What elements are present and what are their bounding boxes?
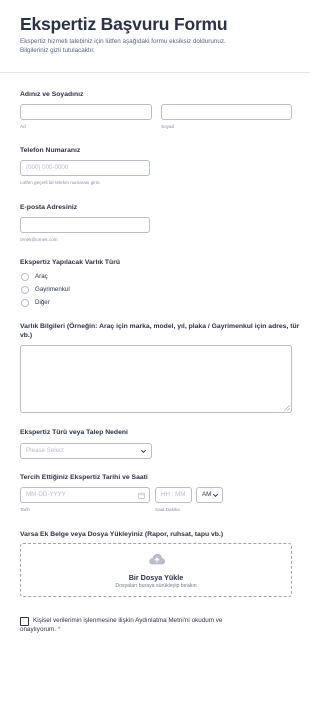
datetime-label: Tercih Ettiğiniz Ekspertiz Tarihi ve Saa… bbox=[20, 474, 148, 481]
reason-select[interactable]: Please Select bbox=[20, 443, 152, 459]
asset-info-textarea[interactable] bbox=[20, 345, 292, 413]
form-subtitle: Ekspertiz hizmeti talebiniz için lütfen … bbox=[20, 37, 300, 55]
phone-label: Telefon Numaranız bbox=[20, 147, 81, 154]
asset-info-label: Varlık Bilgileri (Örneğin: Araç için mar… bbox=[20, 322, 300, 340]
form-title: Ekspertiz Başvuru Formu bbox=[20, 14, 228, 34]
header-divider bbox=[0, 72, 310, 73]
date-input[interactable]: MM-DD-YYYY bbox=[20, 487, 150, 503]
name-label: Adınız ve Soyadınız bbox=[20, 91, 84, 98]
ampm-value: AM bbox=[202, 491, 212, 498]
chevron-down-icon bbox=[212, 493, 219, 498]
upload-label: Varsa Ek Belge veya Dosya Yükleyiniz (Ra… bbox=[20, 531, 224, 538]
radio-label: Gayrimenkul bbox=[35, 286, 70, 293]
asset-info-label-line-1: Varlık Bilgileri (Örneğin: Araç için mar… bbox=[20, 323, 300, 330]
reason-select-value: Please Select bbox=[26, 447, 64, 454]
consent-text-line-2: onaylıyorum. * bbox=[20, 625, 270, 634]
subtitle-line-2: Bilgileriniz gizli tutulacaktır. bbox=[20, 47, 95, 54]
upload-title: Bir Dosya Yükle bbox=[128, 573, 184, 582]
radio-label: Araç bbox=[35, 273, 48, 280]
radio-button[interactable] bbox=[21, 298, 29, 307]
consent-text-line-1: Kişisel verilerimin işlenmesine ilişkin … bbox=[33, 617, 223, 624]
calendar-icon[interactable] bbox=[138, 492, 145, 499]
email-label: E-posta Adresiniz bbox=[20, 204, 78, 211]
ampm-select[interactable]: AM bbox=[196, 487, 223, 503]
first-name-input[interactable] bbox=[20, 104, 152, 120]
asset-type-label: Ekspertiz Yapılacak Varlık Türü bbox=[20, 259, 120, 266]
time-input[interactable]: HH : MM bbox=[155, 487, 192, 503]
radio-option-diger[interactable]: Diğer bbox=[21, 298, 50, 307]
radio-option-arac[interactable]: Araç bbox=[21, 272, 48, 281]
first-name-sublabel: Ad bbox=[20, 124, 26, 129]
email-hint: ornek@ornek.com bbox=[20, 237, 58, 242]
form-header: Ekspertiz Başvuru Formu Ekspertiz hizmet… bbox=[20, 14, 300, 55]
chevron-down-icon bbox=[140, 449, 147, 454]
form-page: Ekspertiz Başvuru Formu Ekspertiz hizmet… bbox=[0, 0, 310, 704]
phone-hint: Lütfen geçerli bir telefon numarası giri… bbox=[20, 180, 101, 185]
radio-option-gayrimenkul[interactable]: Gayrimenkul bbox=[21, 285, 70, 294]
cloud-upload-icon bbox=[149, 553, 166, 565]
date-placeholder: MM-DD-YYYY bbox=[26, 491, 66, 498]
radio-button[interactable] bbox=[21, 285, 29, 294]
resize-handle-icon[interactable] bbox=[284, 405, 290, 411]
file-upload-dropzone[interactable]: Bir Dosya Yükle Dosyaları buraya sürükle… bbox=[20, 543, 292, 597]
radio-label: Diğer bbox=[35, 299, 50, 306]
reason-label: Ekspertiz Türü veya Talep Nedeni bbox=[20, 429, 128, 436]
email-input[interactable] bbox=[20, 217, 150, 233]
date-sublabel: Tarih bbox=[20, 507, 30, 512]
upload-subtitle: Dosyaları buraya sürükleyip bırakın bbox=[115, 583, 197, 589]
last-name-sublabel: Soyad bbox=[161, 124, 175, 129]
time-sublabel: Saat Dakika bbox=[155, 507, 180, 512]
required-asterisk: * bbox=[57, 626, 61, 633]
subtitle-line-1: Ekspertiz hizmeti talebiniz için lütfen … bbox=[20, 38, 226, 45]
radio-button[interactable] bbox=[21, 272, 29, 281]
consent-text-line-2-text: onaylıyorum. bbox=[20, 626, 57, 633]
phone-input[interactable]: (000) 000-0000 bbox=[20, 160, 150, 176]
asset-info-label-line-2: vb.) bbox=[20, 332, 33, 339]
last-name-input[interactable] bbox=[161, 104, 292, 120]
